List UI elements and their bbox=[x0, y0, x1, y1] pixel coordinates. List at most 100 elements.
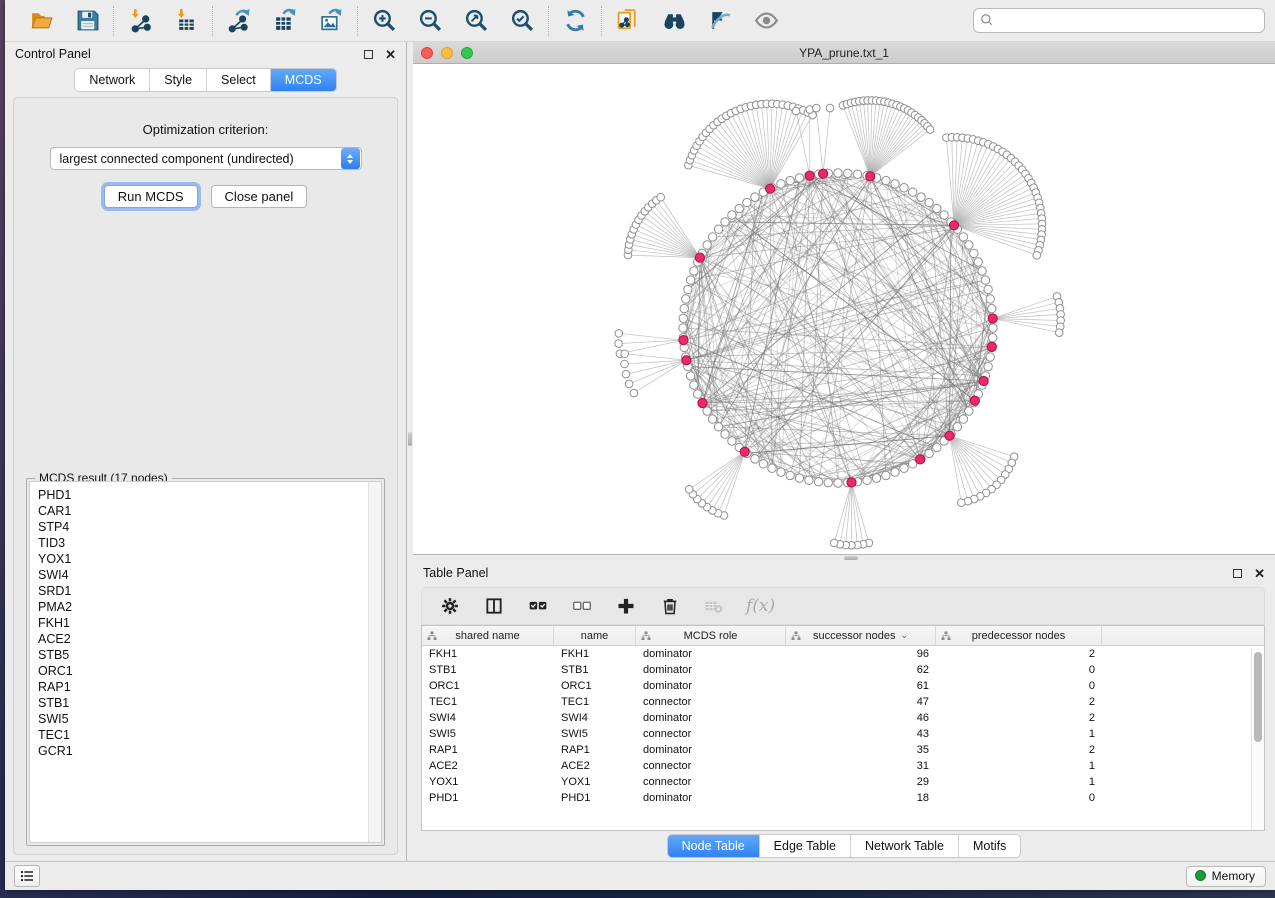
mcds-result-item[interactable]: TID3 bbox=[38, 535, 381, 551]
mcds-result-item[interactable]: CAR1 bbox=[38, 503, 381, 519]
zoom-in-icon[interactable] bbox=[370, 7, 398, 35]
mcds-result-item[interactable]: STB1 bbox=[38, 695, 381, 711]
table-row[interactable]: TEC1TEC1connector472 bbox=[422, 694, 1264, 710]
table-row[interactable]: STB1STB1dominator620 bbox=[422, 662, 1264, 678]
open-icon[interactable] bbox=[27, 7, 55, 35]
table-row[interactable]: PHD1PHD1dominator180 bbox=[422, 790, 1264, 806]
ring-node bbox=[795, 174, 803, 182]
tab-mcds[interactable]: MCDS bbox=[271, 69, 336, 91]
export-table-icon[interactable] bbox=[271, 7, 299, 35]
mcds-result-item[interactable]: STP4 bbox=[38, 519, 381, 535]
network-view[interactable] bbox=[413, 64, 1275, 554]
import-network-icon[interactable] bbox=[126, 7, 154, 35]
zoom-fit-icon[interactable] bbox=[462, 7, 490, 35]
mcds-result-item[interactable]: ACE2 bbox=[38, 631, 381, 647]
float-panel-icon[interactable] bbox=[364, 50, 373, 59]
close-table-panel-icon[interactable]: ✕ bbox=[1254, 567, 1265, 580]
column-header-successor-nodes[interactable]: successor nodes⌄ bbox=[786, 626, 936, 645]
horizontal-splitter[interactable] bbox=[413, 555, 1275, 561]
tab-network-table[interactable]: Network Table bbox=[851, 835, 959, 857]
select-all-icon[interactable] bbox=[526, 594, 550, 618]
add-icon[interactable] bbox=[614, 594, 638, 618]
mcds-result-groupbox: MCDS result (17 nodes) PHD1CAR1STP4TID3Y… bbox=[26, 478, 385, 846]
columns-icon[interactable] bbox=[482, 594, 506, 618]
mcds-node bbox=[866, 172, 875, 181]
mcds-result-item[interactable]: PHD1 bbox=[38, 487, 381, 503]
mcds-node bbox=[916, 455, 925, 464]
show-all-icon[interactable] bbox=[752, 7, 780, 35]
close-panel-button[interactable]: Close panel bbox=[211, 185, 308, 208]
ring-node bbox=[708, 233, 716, 241]
tab-edge-table[interactable]: Edge Table bbox=[760, 835, 851, 857]
table-row[interactable]: RAP1RAP1dominator352 bbox=[422, 742, 1264, 758]
tab-node-table[interactable]: Node Table bbox=[668, 835, 760, 857]
column-header-name[interactable]: name bbox=[554, 626, 636, 645]
run-mcds-button[interactable]: Run MCDS bbox=[104, 185, 198, 208]
close-panel-icon[interactable]: ✕ bbox=[385, 48, 396, 61]
mcds-result-item[interactable]: TEC1 bbox=[38, 727, 381, 743]
table-row[interactable]: ACE2ACE2connector311 bbox=[422, 758, 1264, 774]
table-row[interactable]: YOX1YOX1connector291 bbox=[422, 774, 1264, 790]
mcds-result-scrollbar[interactable] bbox=[368, 482, 381, 842]
table-row[interactable]: FKH1FKH1dominator962 bbox=[422, 646, 1264, 662]
mcds-result-item[interactable]: RAP1 bbox=[38, 679, 381, 695]
memory-button[interactable]: Memory bbox=[1186, 866, 1266, 887]
float-table-panel-icon[interactable] bbox=[1233, 569, 1242, 578]
binoculars-icon[interactable] bbox=[660, 7, 688, 35]
export-network-icon[interactable] bbox=[225, 7, 253, 35]
column-header-MCDS-role[interactable]: MCDS role bbox=[636, 626, 786, 645]
settings-icon[interactable] bbox=[438, 594, 462, 618]
mcds-result-list[interactable]: PHD1CAR1STP4TID3YOX1SWI4SRD1PMA2FKH1ACE2… bbox=[29, 481, 382, 843]
leaf-node bbox=[621, 350, 629, 358]
hide-selected-icon[interactable] bbox=[706, 7, 734, 35]
table-scrollbar[interactable] bbox=[1251, 648, 1264, 830]
criterion-dropdown[interactable]: largest connected component (undirected) bbox=[50, 147, 362, 170]
ring-node bbox=[679, 324, 687, 332]
tab-network[interactable]: Network bbox=[75, 69, 150, 91]
table-scrollbar-thumb[interactable] bbox=[1254, 652, 1262, 742]
table-row[interactable]: SWI5SWI5connector431 bbox=[422, 726, 1264, 742]
toolbar-group bbox=[602, 7, 792, 35]
table-row[interactable]: ORC1ORC1dominator610 bbox=[422, 678, 1264, 694]
table-cell: 31 bbox=[786, 760, 936, 772]
delete-icon[interactable] bbox=[658, 594, 682, 618]
export-image-icon[interactable] bbox=[317, 7, 345, 35]
save-icon[interactable] bbox=[73, 7, 101, 35]
tab-motifs[interactable]: Motifs bbox=[959, 835, 1020, 857]
mcds-result-item[interactable]: STB5 bbox=[38, 647, 381, 663]
mcds-result-item[interactable]: YOX1 bbox=[38, 551, 381, 567]
zoom-selected-icon[interactable] bbox=[508, 7, 536, 35]
ring-node bbox=[805, 476, 813, 484]
toolbar-group bbox=[213, 7, 357, 35]
mcds-result-item[interactable]: SRD1 bbox=[38, 583, 381, 599]
table-row[interactable]: SWI4SWI4dominator462 bbox=[422, 710, 1264, 726]
mcds-result-item[interactable]: FKH1 bbox=[38, 615, 381, 631]
list-icon bbox=[19, 868, 35, 884]
mcds-result-item[interactable]: ORC1 bbox=[38, 663, 381, 679]
table-cell: dominator bbox=[636, 680, 786, 692]
table-cell: connector bbox=[636, 728, 786, 740]
tab-select[interactable]: Select bbox=[207, 69, 271, 91]
network-graph[interactable] bbox=[413, 64, 1275, 554]
column-header-predecessor-nodes[interactable]: predecessor nodes bbox=[936, 626, 1102, 645]
search-input[interactable] bbox=[973, 8, 1265, 33]
task-history-button[interactable] bbox=[14, 865, 40, 887]
ring-node bbox=[686, 276, 694, 284]
mcds-result-item[interactable]: SWI5 bbox=[38, 711, 381, 727]
tab-style[interactable]: Style bbox=[150, 69, 207, 91]
refresh-icon[interactable] bbox=[561, 7, 589, 35]
import-table-icon[interactable] bbox=[172, 7, 200, 35]
leaf-node bbox=[615, 340, 623, 348]
network-titlebar: YPA_prune.txt_1 bbox=[413, 42, 1275, 64]
vertical-splitter[interactable] bbox=[406, 42, 413, 861]
mcds-result-item[interactable]: GCR1 bbox=[38, 743, 381, 759]
mcds-result-item[interactable]: PMA2 bbox=[38, 599, 381, 615]
network-file-icon[interactable] bbox=[614, 7, 642, 35]
deselect-all-icon[interactable] bbox=[570, 594, 594, 618]
mcds-result-item[interactable]: SWI4 bbox=[38, 567, 381, 583]
leaf-node bbox=[830, 539, 838, 547]
ring-node bbox=[989, 324, 997, 332]
ring-node bbox=[786, 176, 794, 184]
zoom-out-icon[interactable] bbox=[416, 7, 444, 35]
column-header-shared-name[interactable]: shared name bbox=[422, 626, 554, 645]
